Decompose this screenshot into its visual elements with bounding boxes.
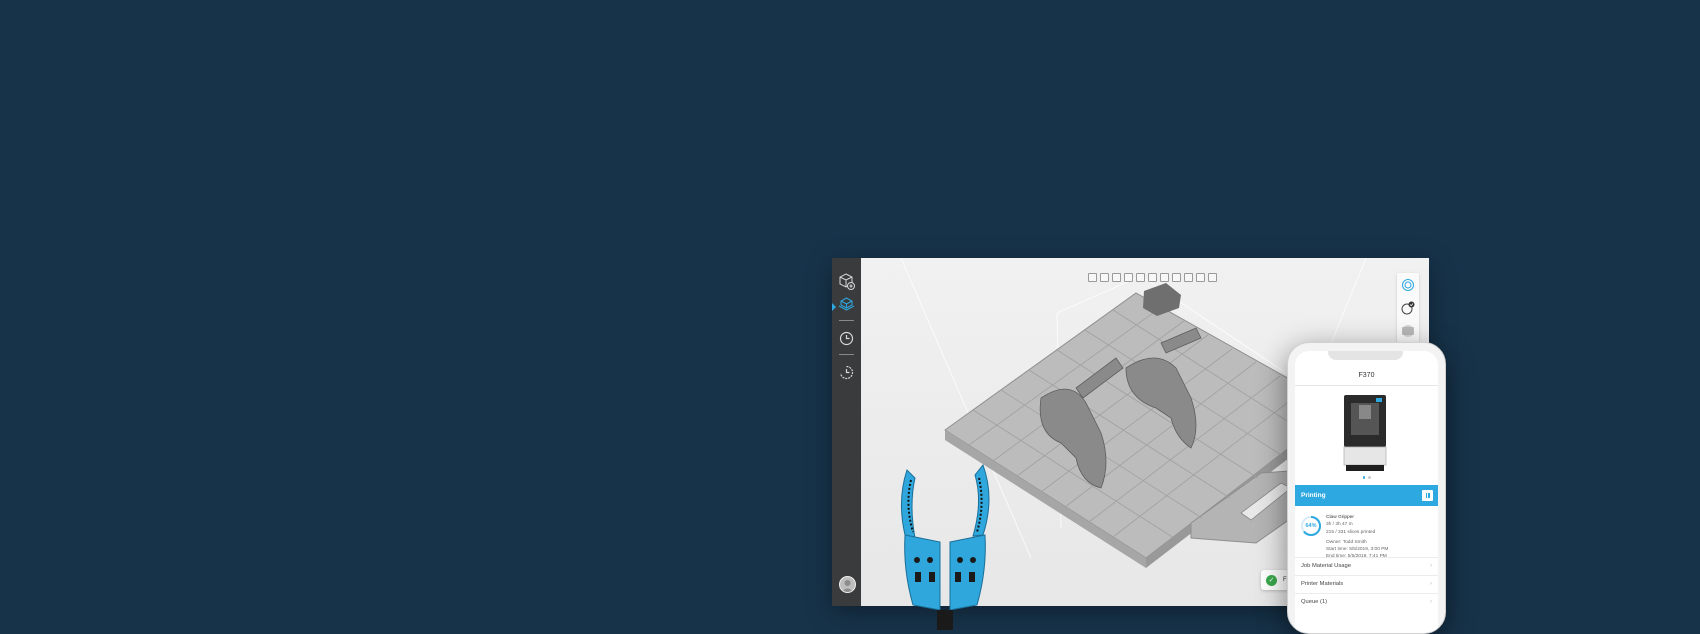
check-orient-icon[interactable] [1400, 300, 1416, 316]
carousel-dot[interactable] [1368, 476, 1371, 479]
view-iso-icon[interactable] [1160, 273, 1169, 282]
title-divider [1295, 385, 1438, 386]
menu-item-queue[interactable]: Queue (1) › [1295, 593, 1438, 610]
view-back-icon[interactable] [1100, 273, 1109, 282]
view-front-icon[interactable] [1088, 273, 1097, 282]
left-sidebar [832, 258, 861, 606]
printer-title: F370 [1358, 372, 1375, 379]
phone-notch [1328, 351, 1403, 360]
view-top-icon[interactable] [1136, 273, 1145, 282]
carousel-dots [1295, 476, 1438, 479]
build-plate-icon[interactable] [837, 295, 856, 314]
job-start-time: Start time: 5/5/2019, 3:00 PM [1326, 547, 1389, 553]
status-bar: Printing [1295, 485, 1438, 506]
check-icon: ✓ [1266, 574, 1277, 586]
job-owner: Owner: Todd Smith [1326, 539, 1367, 545]
job-info: Claw Gripper 3h / 3h 47 m 215 / 331 slic… [1326, 514, 1388, 561]
menu-item-label: Queue (1) [1301, 599, 1328, 605]
menu-item-label: Printer Materials [1301, 581, 1344, 587]
zoom-fit-icon[interactable] [1184, 273, 1193, 282]
claw-gripper-image [900, 463, 990, 630]
orient-icon[interactable] [1400, 277, 1416, 293]
view-right-icon[interactable] [1124, 273, 1133, 282]
phone-screen: F370 Printing 64% Claw Gripper 3h / 3h 4… [1295, 351, 1438, 633]
view-toolbar [1088, 273, 1217, 282]
view-iso-alt-icon[interactable] [1172, 273, 1181, 282]
slice-layers-icon[interactable] [1400, 323, 1416, 339]
right-tool-panel [1397, 273, 1419, 343]
active-indicator [832, 303, 836, 311]
chevron-right-icon: › [1430, 563, 1432, 569]
chevron-right-icon: › [1430, 599, 1432, 605]
carousel-dot[interactable] [1362, 476, 1365, 479]
progress-percent: 64% [1305, 523, 1317, 529]
zoom-all-icon[interactable] [1208, 273, 1217, 282]
view-left-icon[interactable] [1112, 273, 1121, 282]
job-name: Claw Gripper [1326, 515, 1354, 520]
user-avatar-icon[interactable] [839, 576, 856, 593]
phone-mockup: F370 Printing 64% Claw Gripper 3h / 3h 4… [1287, 342, 1446, 634]
add-part-icon[interactable] [837, 272, 856, 291]
printer-image [1343, 395, 1387, 471]
menu-item-label: Job Material Usage [1301, 563, 1351, 569]
menu-item-printer-materials[interactable]: Printer Materials › [1295, 575, 1438, 592]
pause-icon[interactable] [1422, 490, 1433, 501]
job-time-remaining: 3h / 3h 47 m [1326, 522, 1353, 528]
menu-item-job-material-usage[interactable]: Job Material Usage › [1295, 557, 1438, 574]
clock-icon[interactable] [837, 329, 856, 348]
zoom-select-icon[interactable] [1196, 273, 1205, 282]
sidebar-divider [839, 320, 854, 321]
status-label: Printing [1301, 492, 1326, 499]
chevron-right-icon: › [1430, 581, 1432, 587]
sidebar-divider [839, 354, 854, 355]
job-slices: 215 / 331 slices printed [1326, 529, 1376, 535]
view-bottom-icon[interactable] [1148, 273, 1157, 282]
history-icon[interactable] [837, 363, 856, 382]
